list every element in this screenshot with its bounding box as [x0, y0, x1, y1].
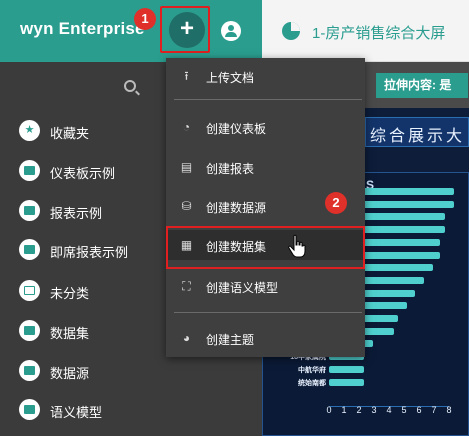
sidebar-item-label: 数据源 [50, 366, 90, 381]
user-account-icon[interactable] [221, 21, 241, 41]
menu-item-label: 创建语义模型 [206, 281, 279, 295]
search-icon[interactable] [124, 80, 136, 92]
hand-cursor-icon [288, 234, 306, 258]
folder-icon [19, 239, 40, 260]
sidebar-item-label: 数据集 [50, 326, 90, 341]
chart-tick-label: 4 [386, 405, 392, 415]
sidebar-item-label: 收藏夹 [50, 126, 90, 141]
step-badge-2: 2 [325, 192, 347, 214]
chart-tick-label: 3 [371, 405, 377, 415]
sidebar-item-datasources[interactable]: 数据源 [0, 356, 262, 386]
pie-chart-icon [282, 22, 300, 40]
menu-item-create-theme[interactable]: ◕ 创建主题 [166, 323, 365, 353]
chart-tick-label: 2 [356, 405, 362, 415]
top-bar: wyn Enterprise + 1-房产销售综合大屏 [0, 0, 469, 62]
upload-icon: ⭱ [184, 69, 189, 83]
folder-icon [19, 399, 40, 420]
folder-icon [19, 160, 40, 181]
database-icon: ⛁ [181, 199, 192, 213]
brand-logo: wyn Enterprise [20, 19, 145, 38]
menu-item-label: 创建仪表板 [206, 122, 267, 136]
chart-category-label: 中航华府 [298, 366, 326, 374]
sidebar-item-label: 未分类 [50, 286, 90, 301]
chart-bar [329, 365, 364, 373]
folder-outline-icon [19, 280, 40, 301]
tab-dashboard[interactable]: 1-房产销售综合大屏 [262, 0, 469, 62]
chart-tick-label: 0 [326, 405, 332, 415]
chart-category-label: 统始南都 [298, 379, 326, 387]
sidebar-item-label: 报表示例 [50, 206, 103, 221]
semantic-model-icon: ⛶ [182, 279, 191, 293]
chart-bar [329, 378, 364, 386]
tab-label: 1-房产销售综合大屏 [312, 25, 446, 42]
menu-item-label: 创建主题 [206, 333, 255, 347]
menu-item-create-report[interactable]: ▤ 创建报表 [166, 152, 365, 182]
highlight-box-create-button [160, 6, 210, 53]
star-icon: ★ [19, 120, 40, 141]
chart-tick-label: 8 [446, 405, 452, 415]
menu-item-label: 创建报表 [206, 162, 255, 176]
menu-divider [174, 312, 362, 313]
dashboard-title: 综合展示大 [370, 128, 466, 145]
chart-tick-label: 7 [431, 405, 437, 415]
menu-item-label: 创建数据源 [206, 201, 267, 215]
menu-item-create-semantic-model[interactable]: ⛶ 创建语义模型 [166, 271, 365, 301]
pie-chart-icon: ◔ [182, 120, 191, 134]
menu-item-upload-document[interactable]: ⭱ 上传文档 [166, 61, 365, 91]
folder-icon [19, 360, 40, 381]
sidebar-item-label: 仪表板示例 [50, 166, 116, 181]
menu-divider [174, 99, 362, 100]
sidebar-item-label: 即席报表示例 [50, 245, 129, 260]
menu-item-label: 上传文档 [206, 71, 255, 85]
step-badge-1: 1 [134, 8, 156, 30]
chart-tick-label: 5 [401, 405, 407, 415]
stretch-content-toggle[interactable]: 拉伸内容: 是 [376, 73, 468, 98]
chart-tick-label: 6 [416, 405, 422, 415]
folder-icon [19, 200, 40, 221]
top-bar-brand-area: wyn Enterprise + [0, 0, 262, 62]
document-icon: ▤ [180, 160, 193, 174]
sidebar-item-semantic-models[interactable]: 语义模型 [0, 395, 262, 425]
highlight-box-create-dataset [166, 226, 365, 269]
sidebar-item-label: 语义模型 [50, 405, 103, 420]
chart-tick-label: 1 [341, 405, 347, 415]
palette-icon: ◕ [182, 331, 191, 345]
menu-item-create-dashboard[interactable]: ◔ 创建仪表板 [166, 112, 365, 142]
folder-icon [19, 320, 40, 341]
